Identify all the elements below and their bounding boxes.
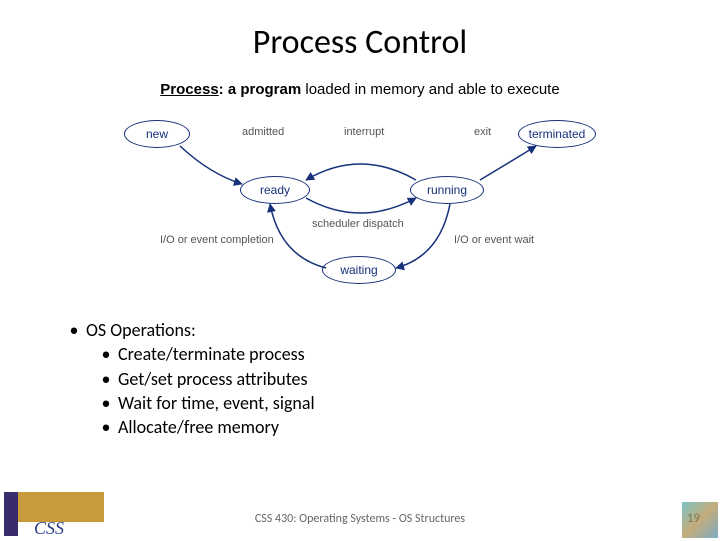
slide-title: Process Control [0, 0, 720, 63]
logo-right [682, 502, 718, 538]
diagram-arrows [120, 116, 600, 296]
bullet-top: OS Operations: Create/terminate process … [62, 318, 720, 439]
bullet-item: Wait for time, event, signal [94, 391, 720, 415]
slide-subtitle: Process: a program loaded in memory and … [0, 81, 720, 98]
subtitle-word-program: : a program [219, 81, 302, 98]
bullet-item: Get/set process attributes [94, 367, 720, 391]
footer-text: CSS 430: Operating Systems - OS Structur… [0, 512, 720, 526]
subtitle-word-process: Process [160, 81, 218, 98]
logo-left: CSS [4, 492, 104, 536]
svg-text:CSS: CSS [34, 518, 64, 536]
subtitle-rest: loaded in memory and able to execute [301, 81, 560, 98]
bullet-item: Allocate/free memory [94, 415, 720, 439]
state-diagram: new terminated ready running waiting adm… [120, 116, 600, 296]
bullet-list: OS Operations: Create/terminate process … [62, 318, 720, 439]
bullet-item: Create/terminate process [94, 342, 720, 366]
